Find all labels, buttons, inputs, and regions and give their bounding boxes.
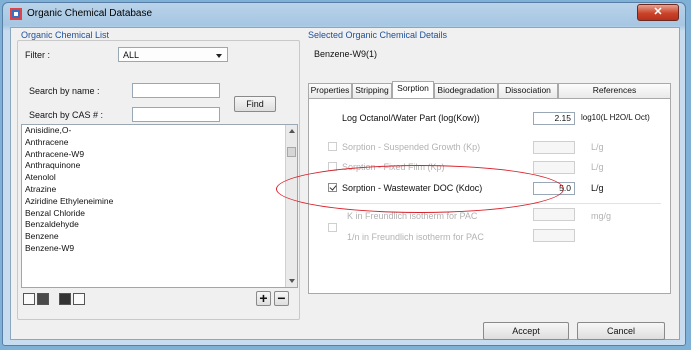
paste-icon[interactable]	[73, 293, 85, 305]
filter-value: ALL	[123, 50, 140, 60]
list-scrollbar[interactable]	[285, 125, 297, 287]
scroll-down-icon[interactable]	[289, 279, 295, 283]
plus-icon: +	[259, 290, 268, 306]
chemical-list[interactable]: Anisidine,O- Anthracene Anthracene-W9 Anthr…	[21, 124, 298, 288]
minus-icon: −	[277, 290, 286, 306]
list-item[interactable]: Atenolol	[22, 172, 297, 184]
title-bar[interactable]: Organic Chemical Database ✕	[3, 3, 685, 25]
list-item[interactable]: Anthracene-W9	[22, 149, 297, 161]
close-button[interactable]: ✕	[637, 4, 679, 21]
list-item[interactable]: Atrazine	[22, 184, 297, 196]
search-name-label: Search by name :	[29, 86, 100, 96]
list-item[interactable]: Benzal Chloride	[22, 208, 297, 220]
list-item[interactable]: Anthraquinone	[22, 160, 297, 172]
list-item[interactable]: Aziridine Ethyleneimine	[22, 196, 297, 208]
list-item[interactable]: Anthracene	[22, 137, 297, 149]
remove-button[interactable]: −	[274, 291, 289, 306]
search-cas-input[interactable]	[132, 107, 220, 122]
list-item[interactable]: Benzaldehyde	[22, 219, 297, 231]
filter-label: Filter :	[25, 50, 51, 60]
app-icon	[10, 8, 22, 20]
scroll-up-icon[interactable]	[289, 129, 295, 133]
search-cas-label: Search by CAS # :	[29, 110, 104, 120]
close-icon: ✕	[653, 6, 663, 18]
search-name-input[interactable]	[132, 83, 220, 98]
scroll-thumb[interactable]	[287, 147, 296, 157]
save-icon[interactable]	[37, 293, 49, 305]
window-title: Organic Chemical Database	[27, 8, 153, 19]
cancel-button[interactable]: Cancel	[577, 322, 665, 340]
copy-icon[interactable]	[59, 293, 71, 305]
details-group-title: Selected Organic Chemical Details	[308, 30, 448, 40]
find-button[interactable]: Find	[234, 96, 276, 112]
chemical-list-items: Anisidine,O- Anthracene Anthracene-W9 Anthr…	[22, 125, 297, 255]
chevron-down-icon	[216, 54, 222, 58]
annotation-ellipse	[276, 165, 564, 213]
accept-button[interactable]: Accept	[483, 322, 569, 340]
list-item[interactable]: Anisidine,O-	[22, 125, 297, 137]
list-group-title: Organic Chemical List	[21, 30, 110, 40]
filter-select[interactable]: ALL	[118, 47, 228, 62]
add-button[interactable]: +	[256, 291, 271, 306]
document-icon[interactable]	[23, 293, 35, 305]
list-item[interactable]: Benzene-W9	[22, 243, 297, 255]
list-item[interactable]: Benzene	[22, 231, 297, 243]
